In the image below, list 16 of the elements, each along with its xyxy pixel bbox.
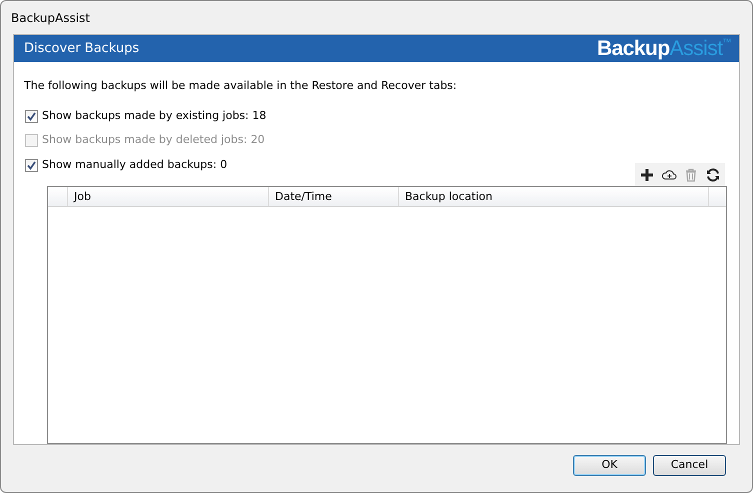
checkbox[interactable] bbox=[25, 110, 38, 123]
checkbox[interactable] bbox=[25, 158, 38, 172]
column-header[interactable]: Date/Time bbox=[269, 187, 399, 206]
window-title: BackupAssist bbox=[11, 10, 90, 26]
dialog-button[interactable]: Cancel bbox=[653, 455, 726, 476]
column-header[interactable]: Backup location bbox=[399, 187, 709, 206]
header-title: Discover Backups bbox=[24, 40, 140, 58]
refresh-icon[interactable] bbox=[705, 166, 721, 183]
logo: BackupAssist™ bbox=[596, 36, 731, 61]
checkbox-label: Show backups made by existing jobs: 18 bbox=[42, 108, 266, 124]
intro-text: The following backups will be made available in the Restore and Recover tabs: bbox=[24, 78, 457, 92]
checkbox-label: Show manually added backups: 0 bbox=[42, 156, 228, 173]
checkbox-label: Show backups made by deleted jobs: 20 bbox=[42, 132, 265, 148]
column-header[interactable]: Job bbox=[68, 187, 269, 206]
add-icon[interactable] bbox=[639, 166, 655, 183]
dialog-button[interactable]: OK bbox=[573, 455, 646, 476]
